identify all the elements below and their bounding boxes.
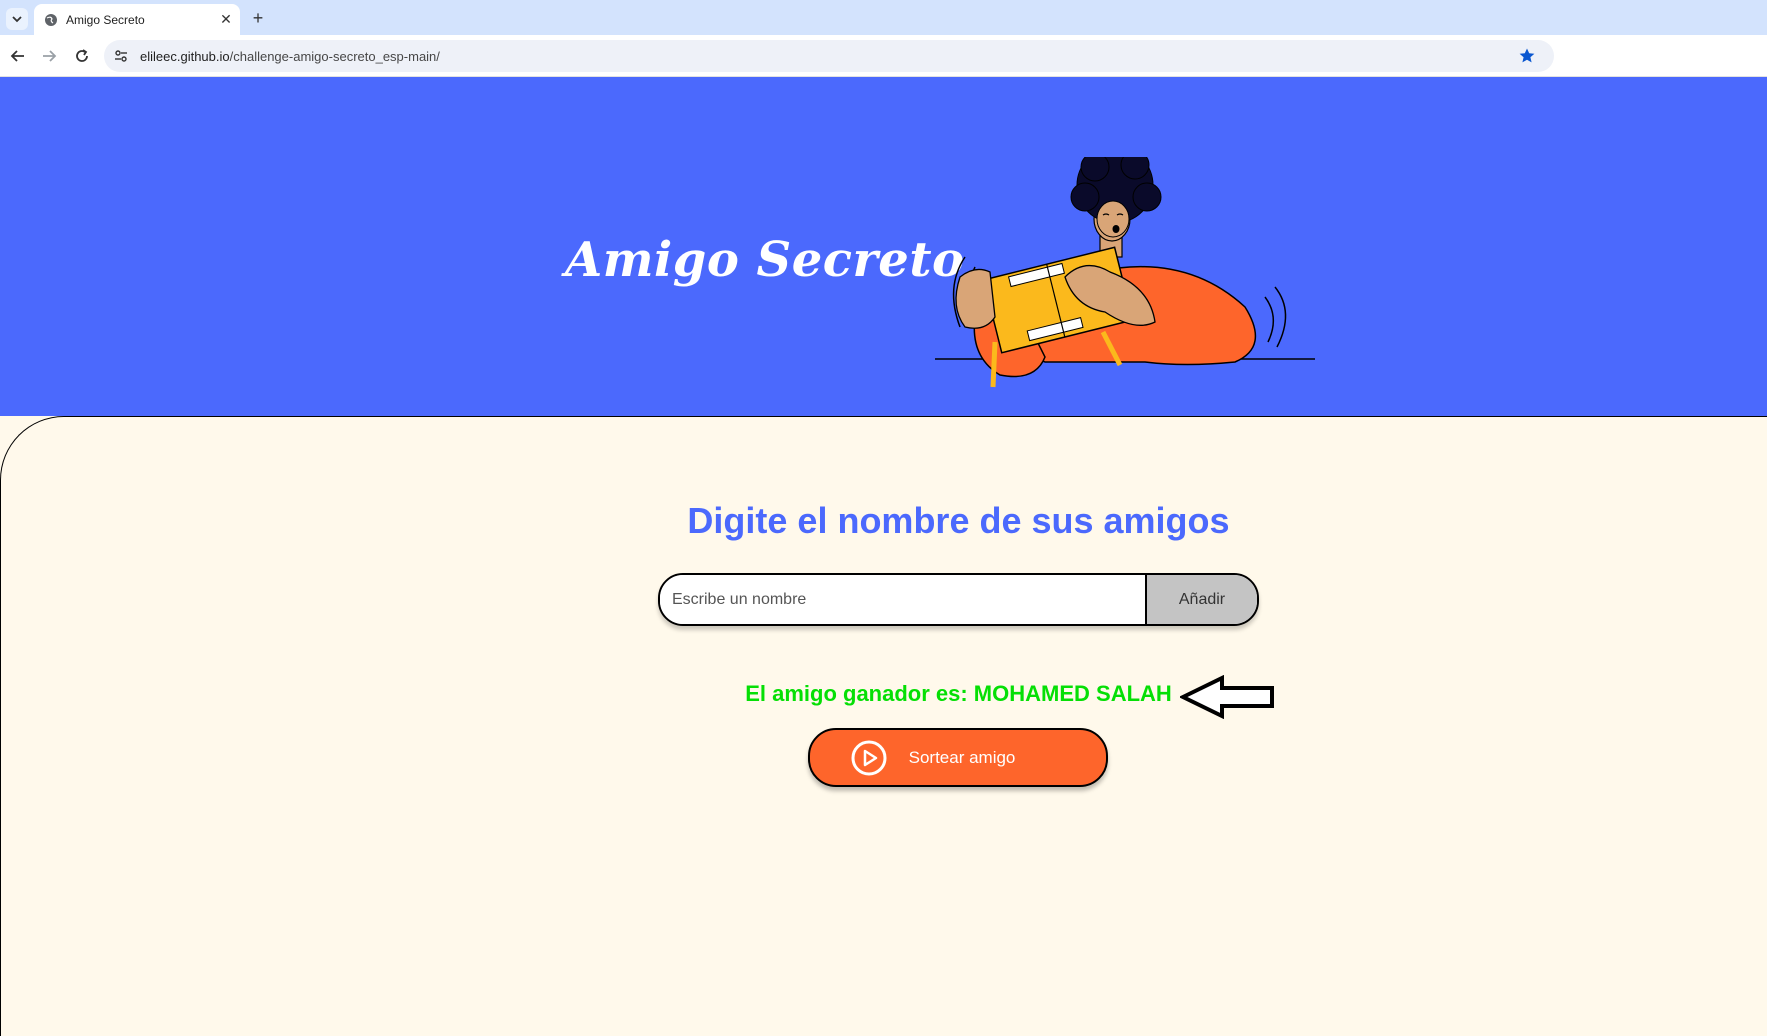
browser-tab[interactable]: Amigo Secreto ✕ (34, 4, 240, 35)
arrow-left-icon (1180, 675, 1274, 719)
reload-icon (76, 49, 88, 62)
forward-button[interactable] (37, 44, 61, 68)
bookmark-star-icon[interactable] (1518, 47, 1536, 65)
tab-title: Amigo Secreto (66, 12, 145, 27)
winner-result-text: El amigo ganador es: MOHAMED SALAH (745, 681, 1172, 706)
reload-button[interactable] (70, 44, 94, 68)
browser-tab-bar: Amigo Secreto ✕ + (0, 0, 1767, 35)
back-button[interactable] (6, 44, 30, 68)
globe-icon (45, 13, 57, 26)
address-bar[interactable]: elileec.github.io/challenge-amigo-secret… (104, 40, 1554, 72)
tab-search-button[interactable] (6, 8, 28, 30)
name-input-group: Añadir (658, 573, 1259, 626)
page-title: Amigo Secreto (565, 232, 965, 288)
person-holding-gift-illustration (935, 157, 1315, 388)
arrow-right-icon (43, 50, 57, 62)
arrow-left-icon (10, 50, 24, 62)
url-path: /challenge-amigo-secreto_esp-main/ (229, 48, 440, 64)
add-button[interactable]: Añadir (1145, 575, 1257, 624)
draw-friend-button[interactable]: Sortear amigo (808, 728, 1108, 787)
header-banner: Amigo Secreto (0, 77, 1767, 416)
draw-button-label: Sortear amigo (908, 747, 1016, 767)
chevron-down-icon (12, 16, 22, 23)
close-icon[interactable]: ✕ (216, 10, 236, 30)
new-tab-button[interactable]: + (248, 8, 268, 28)
browser-toolbar: elileec.github.io/challenge-amigo-secret… (0, 35, 1767, 77)
name-input[interactable] (660, 575, 1145, 624)
play-circle-icon (851, 740, 887, 775)
url-host: elileec.github.io (140, 48, 230, 64)
section-title: Digite el nombre de sus amigos (687, 500, 1230, 541)
url-text: elileec.github.io/challenge-amigo-secret… (140, 49, 440, 64)
site-settings-icon[interactable] (112, 47, 130, 65)
